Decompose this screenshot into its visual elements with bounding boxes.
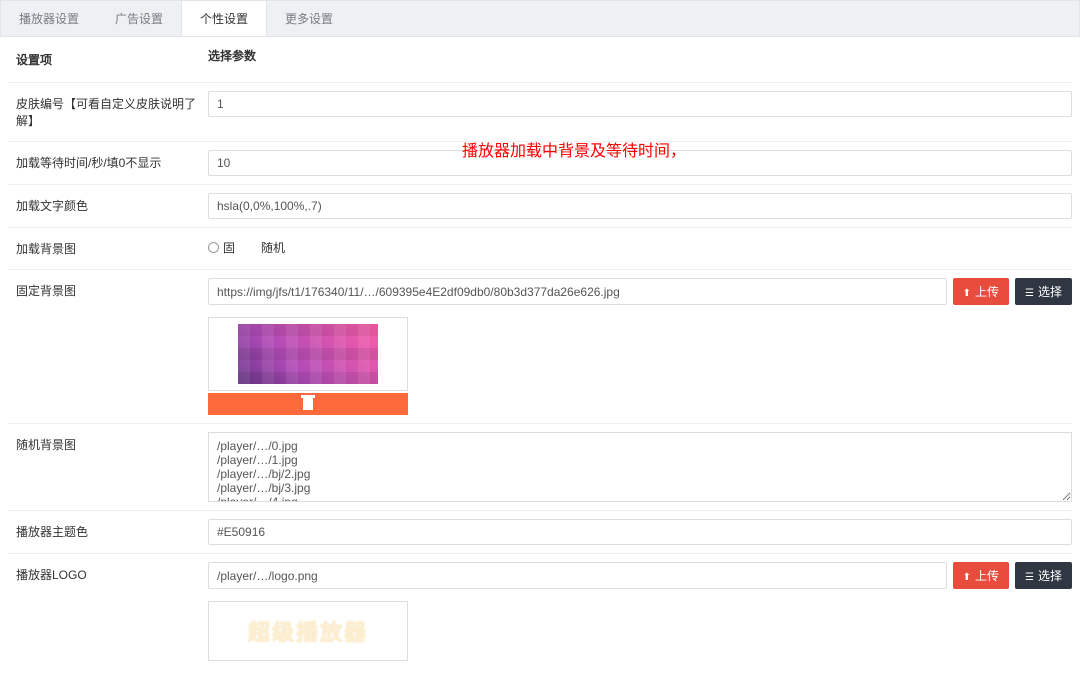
logo-preview: 超级播放器: [208, 601, 408, 661]
input-textcolor[interactable]: [208, 193, 1072, 219]
upload-icon: [963, 285, 971, 299]
tab-personal[interactable]: 个性设置: [181, 1, 267, 36]
upload-fixedbg-button[interactable]: 上传: [953, 278, 1009, 305]
label-theme: 播放器主题色: [8, 519, 208, 544]
preview-image: [238, 324, 378, 384]
input-logo[interactable]: [208, 562, 947, 589]
row-bgmode: 加载背景图 固 随机: [8, 228, 1072, 270]
settings-form: 播放器加载中背景及等待时间， 设置项 选择参数 皮肤编号【可看自定义皮肤说明了解…: [0, 37, 1080, 689]
label-skin: 皮肤编号【可看自定义皮肤说明了解】: [8, 91, 208, 133]
row-theme: 播放器主题色: [8, 511, 1072, 554]
tab-ads[interactable]: 广告设置: [97, 1, 181, 36]
row-fixedbg: 固定背景图 上传 选择: [8, 270, 1072, 424]
label-logo: 播放器LOGO: [8, 562, 208, 587]
label-textcolor: 加载文字颜色: [8, 193, 208, 218]
logo-preview-text: 超级播放器: [248, 615, 368, 647]
header-value: 选择参数: [208, 47, 256, 72]
annotation-note: 播放器加载中背景及等待时间，: [462, 137, 686, 161]
fixedbg-preview: [208, 317, 1072, 415]
tab-player[interactable]: 播放器设置: [1, 1, 97, 36]
input-theme[interactable]: [208, 519, 1072, 545]
row-skin: 皮肤编号【可看自定义皮肤说明了解】: [8, 83, 1072, 142]
radio-bgmode[interactable]: 固 随机: [208, 236, 285, 256]
label-wait: 加载等待时间/秒/填0不显示: [8, 150, 208, 175]
label-fixedbg: 固定背景图: [8, 278, 208, 303]
header-label: 设置项: [8, 47, 208, 72]
tab-more[interactable]: 更多设置: [267, 1, 351, 36]
delete-fixedbg-button[interactable]: [208, 393, 408, 415]
radio-fixed-icon[interactable]: [208, 242, 219, 253]
input-fixedbg[interactable]: [208, 278, 947, 305]
row-logo: 播放器LOGO 上传 选择 超级播放器: [8, 554, 1072, 669]
tabs-bar: 播放器设置 广告设置 个性设置 更多设置: [0, 0, 1080, 37]
list-icon: [1025, 569, 1034, 583]
trash-icon: [303, 398, 313, 410]
table-header: 设置项 选择参数: [8, 37, 1072, 83]
select-fixedbg-button[interactable]: 选择: [1015, 278, 1072, 305]
row-randombg: 随机背景图: [8, 424, 1072, 511]
input-skin[interactable]: [208, 91, 1072, 117]
row-textcolor: 加载文字颜色: [8, 185, 1072, 228]
label-randombg: 随机背景图: [8, 432, 208, 457]
radio-random-label: 随机: [261, 239, 285, 256]
radio-fixed-label: 固: [223, 239, 235, 256]
label-bgmode: 加载背景图: [8, 236, 208, 261]
textarea-randombg[interactable]: [208, 432, 1072, 502]
list-icon: [1025, 285, 1034, 299]
upload-icon: [963, 569, 971, 583]
select-logo-button[interactable]: 选择: [1015, 562, 1072, 589]
upload-logo-button[interactable]: 上传: [953, 562, 1009, 589]
